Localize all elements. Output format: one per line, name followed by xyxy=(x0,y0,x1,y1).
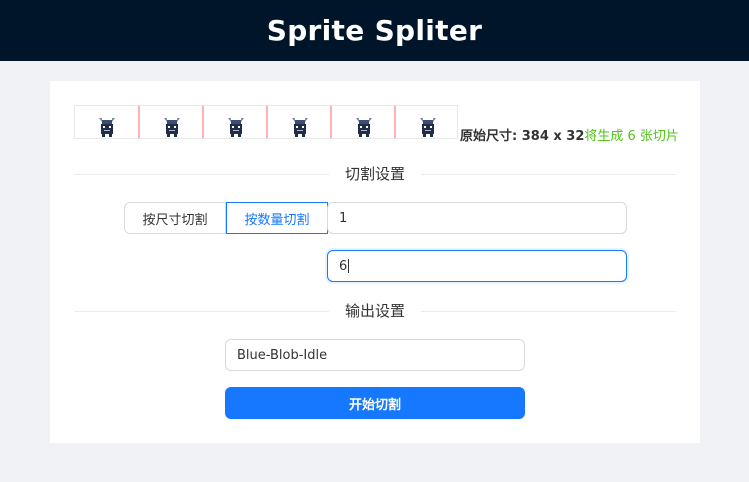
text-caret xyxy=(348,259,350,273)
app-header: Sprite Spliter xyxy=(0,0,749,61)
sprite-frame xyxy=(394,105,458,139)
split-by-count-button[interactable]: 按数量切割 xyxy=(226,202,328,234)
blob-sprite-icon xyxy=(292,118,308,137)
split-mode-toggle: 按尺寸切割 按数量切割 xyxy=(124,202,328,234)
main-card: 原始尺寸: 384 x 32将生成 6 张切片 切割设置 按尺寸切割 按数量切割… xyxy=(50,81,700,443)
sprite-frame xyxy=(138,105,202,139)
sprite-frame xyxy=(202,105,266,139)
app-title: Sprite Spliter xyxy=(266,14,483,47)
rows-input[interactable]: 1 xyxy=(327,202,627,234)
blob-sprite-icon xyxy=(356,118,372,137)
split-by-size-button[interactable]: 按尺寸切割 xyxy=(124,202,226,234)
original-size-text: 原始尺寸: 384 x 32 xyxy=(460,129,585,144)
slice-count-text: 将生成 6 张切片 xyxy=(584,129,679,144)
filename-input[interactable]: Blue-Blob-Idle xyxy=(225,339,525,371)
blob-sprite-icon xyxy=(228,118,244,137)
split-info: 原始尺寸: 384 x 32将生成 6 张切片 xyxy=(460,125,679,144)
output-settings-title: 输出设置 xyxy=(328,302,421,320)
blob-sprite-icon xyxy=(99,118,115,137)
blob-sprite-icon xyxy=(164,118,180,137)
split-settings-title: 切割设置 xyxy=(328,165,421,183)
sprite-frame xyxy=(266,105,330,139)
output-settings-divider: 输出设置 xyxy=(74,302,676,320)
sprite-frame xyxy=(74,105,138,139)
sprite-preview-strip xyxy=(74,105,458,139)
cols-input[interactable]: 6 xyxy=(327,250,627,282)
blob-sprite-icon xyxy=(420,118,436,137)
start-split-button[interactable]: 开始切割 xyxy=(225,387,525,419)
split-settings-divider: 切割设置 xyxy=(74,165,676,183)
sprite-frame xyxy=(330,105,394,139)
